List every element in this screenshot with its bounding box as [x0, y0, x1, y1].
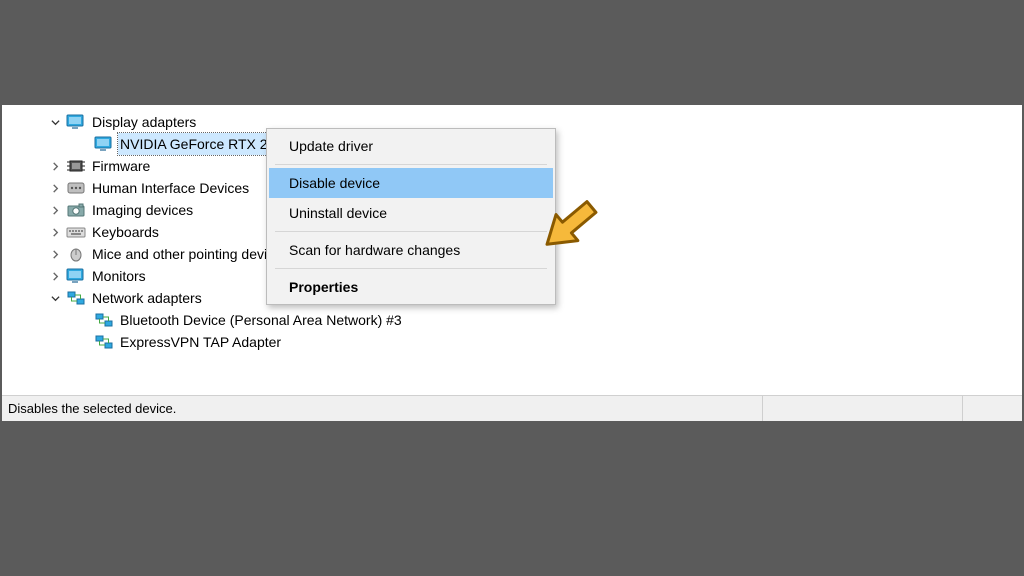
chevron-right-icon[interactable]: [48, 159, 62, 173]
chevron-down-icon[interactable]: [48, 115, 62, 129]
menu-uninstall-device[interactable]: Uninstall device: [269, 198, 553, 228]
menu-disable-device[interactable]: Disable device: [269, 168, 553, 198]
tree-item-child[interactable]: ExpressVPN TAP Adapter: [2, 331, 1022, 353]
camera-icon: [66, 202, 86, 218]
chevron-right-icon[interactable]: [48, 247, 62, 261]
menu-separator: [275, 268, 547, 269]
status-cell: [962, 396, 1022, 421]
context-menu: Update driver Disable device Uninstall d…: [266, 128, 556, 305]
tree-item-label: Keyboards: [90, 221, 161, 243]
keyboard-icon: [66, 224, 86, 240]
tree-item-label: Human Interface Devices: [90, 177, 251, 199]
chevron-down-icon[interactable]: [48, 291, 62, 305]
menu-separator: [275, 164, 547, 165]
tree-item-label: Display adapters: [90, 111, 198, 133]
menu-item-label: Uninstall device: [289, 205, 387, 221]
chip-icon: [66, 158, 86, 174]
network-icon: [94, 312, 114, 328]
hid-icon: [66, 180, 86, 196]
menu-update-driver[interactable]: Update driver: [269, 131, 553, 161]
status-text: Disables the selected device.: [2, 401, 762, 416]
menu-item-label: Update driver: [289, 138, 373, 154]
tree-item-label: Network adapters: [90, 287, 204, 309]
display-icon: [66, 114, 86, 130]
tree-indent: [76, 335, 90, 349]
tree-item-child[interactable]: Bluetooth Device (Personal Area Network)…: [2, 309, 1022, 331]
menu-item-label: Properties: [289, 279, 358, 295]
tree-item-label: Mice and other pointing devices: [90, 243, 291, 265]
tree-item-label: Bluetooth Device (Personal Area Network)…: [118, 309, 404, 331]
monitor-icon: [66, 268, 86, 284]
mouse-icon: [66, 246, 86, 262]
menu-item-label: Scan for hardware changes: [289, 242, 460, 258]
tree-item-label: Firmware: [90, 155, 152, 177]
network-icon: [94, 334, 114, 350]
menu-separator: [275, 231, 547, 232]
network-icon: [66, 290, 86, 306]
chevron-right-icon[interactable]: [48, 269, 62, 283]
chevron-right-icon[interactable]: [48, 225, 62, 239]
chevron-right-icon[interactable]: [48, 181, 62, 195]
tree-item-label: Imaging devices: [90, 199, 195, 221]
menu-scan-hardware[interactable]: Scan for hardware changes: [269, 235, 553, 265]
status-bar: Disables the selected device.: [2, 395, 1022, 421]
menu-properties[interactable]: Properties: [269, 272, 553, 302]
tree-item-label: Monitors: [90, 265, 148, 287]
status-cell: [762, 396, 962, 421]
chevron-right-icon[interactable]: [48, 203, 62, 217]
tree-item-label: ExpressVPN TAP Adapter: [118, 331, 283, 353]
menu-item-label: Disable device: [289, 175, 380, 191]
display-icon: [94, 136, 114, 152]
tree-indent: [76, 137, 90, 151]
tree-indent: [76, 313, 90, 327]
